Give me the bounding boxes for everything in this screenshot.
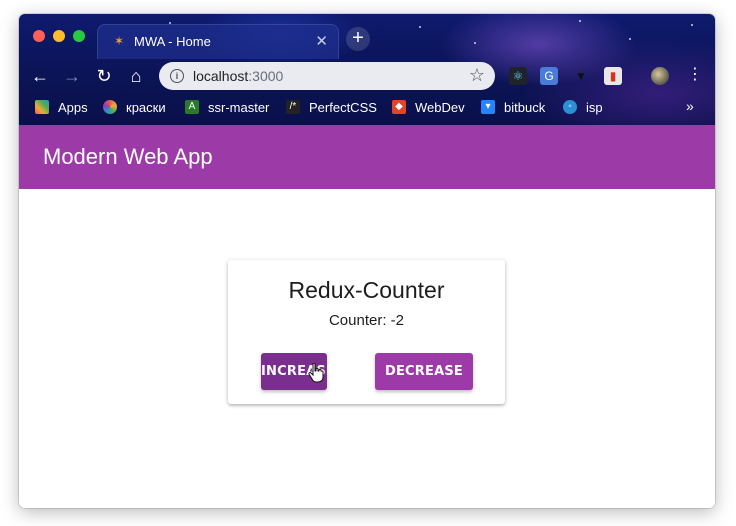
- counter-value: Counter: -2: [328, 312, 405, 329]
- browser-frame: ✶ MWA - Home ✕ + ← → ↻ ⌂ i localhost:300…: [19, 14, 715, 125]
- tab-home[interactable]: ✶ MWA - Home ✕: [97, 24, 339, 59]
- star-decoration: [579, 20, 581, 22]
- extension-icon[interactable]: ▼: [572, 67, 590, 85]
- reload-icon[interactable]: ↻: [91, 63, 117, 89]
- star-decoration: [629, 38, 631, 40]
- bookmarks-bar: Apps краски Assr-master /* PerfectCSS ◆ We…: [19, 94, 715, 120]
- bitbucket-icon: ▾: [481, 100, 495, 114]
- more-bookmarks-icon[interactable]: »: [686, 98, 694, 114]
- globe-icon: ◦: [563, 100, 577, 114]
- bookmark-ssr-master[interactable]: Assr-master: [185, 98, 269, 116]
- counter-card: Redux-Counter Counter: -2 INCREASE DECRE…: [228, 260, 505, 404]
- pointer-hand-cursor-icon: [308, 363, 324, 383]
- react-devtools-icon[interactable]: ⚛: [509, 67, 527, 85]
- apps-grid-icon: [35, 100, 49, 114]
- minimize-window-button[interactable]: [53, 30, 65, 42]
- browser-menu-icon[interactable]: ⋮: [687, 65, 703, 85]
- bookmark-label: Apps: [58, 99, 88, 115]
- profile-avatar[interactable]: [651, 67, 669, 85]
- bookmark-label: WebDev: [415, 99, 465, 115]
- app-title: Modern Web App: [43, 144, 213, 169]
- forward-icon[interactable]: →: [59, 63, 85, 89]
- lighthouse-icon[interactable]: ▮: [604, 67, 622, 85]
- browser-window: ✶ MWA - Home ✕ + ← → ↻ ⌂ i localhost:300…: [19, 14, 715, 508]
- tab-title: MWA - Home: [134, 34, 211, 49]
- app-header: Modern Web App: [19, 125, 715, 189]
- card-title: Redux-Counter: [288, 277, 445, 303]
- info-icon[interactable]: i: [170, 69, 184, 83]
- bookmark-label: краски: [126, 99, 166, 115]
- star-decoration: [419, 26, 421, 28]
- star-decoration: [474, 42, 476, 44]
- star-decoration: [691, 24, 693, 26]
- app-favicon-icon: ✶: [113, 34, 125, 48]
- color-wheel-icon: [103, 100, 117, 114]
- bookmark-kraski[interactable]: краски: [103, 98, 166, 116]
- url-port: :3000: [248, 68, 284, 84]
- bookmark-perfectcss[interactable]: /* PerfectCSS: [286, 98, 377, 116]
- bookmark-label: PerfectCSS: [309, 99, 377, 115]
- address-url: localhost:3000: [193, 68, 283, 84]
- address-bar[interactable]: i localhost:3000 ☆: [159, 62, 495, 90]
- code-icon: /*: [286, 100, 300, 114]
- bookmark-star-icon[interactable]: ☆: [469, 65, 485, 86]
- maximize-window-button[interactable]: [73, 30, 85, 42]
- close-window-button[interactable]: [33, 30, 45, 42]
- decrease-button[interactable]: DECREASE: [375, 353, 473, 390]
- bookmark-webdev[interactable]: ◆ WebDev: [392, 98, 465, 116]
- bookmark-label: isp: [586, 99, 603, 115]
- translate-icon[interactable]: G: [540, 67, 558, 85]
- bookmark-label: ssr-master: [208, 99, 270, 115]
- home-icon[interactable]: ⌂: [123, 63, 149, 89]
- gitlab-icon: ◆: [392, 100, 406, 114]
- url-host: localhost: [193, 68, 249, 84]
- bookmark-bitbuck[interactable]: ▾ bitbuck: [481, 98, 545, 116]
- main-content: Redux-Counter Counter: -2 INCREASE DECRE…: [19, 189, 715, 508]
- bookmark-isp[interactable]: ◦ isp: [563, 98, 603, 116]
- terminal-icon: A: [185, 100, 199, 114]
- new-tab-button[interactable]: +: [346, 27, 370, 51]
- browser-toolbar: ← → ↻ ⌂ i localhost:3000 ☆ ⚛ G ▼ ▮ ⋮: [19, 58, 715, 94]
- close-tab-icon[interactable]: ✕: [315, 32, 328, 50]
- bookmark-label: bitbuck: [504, 99, 546, 115]
- bookmark-apps[interactable]: Apps: [35, 98, 88, 116]
- back-icon[interactable]: ←: [27, 63, 53, 89]
